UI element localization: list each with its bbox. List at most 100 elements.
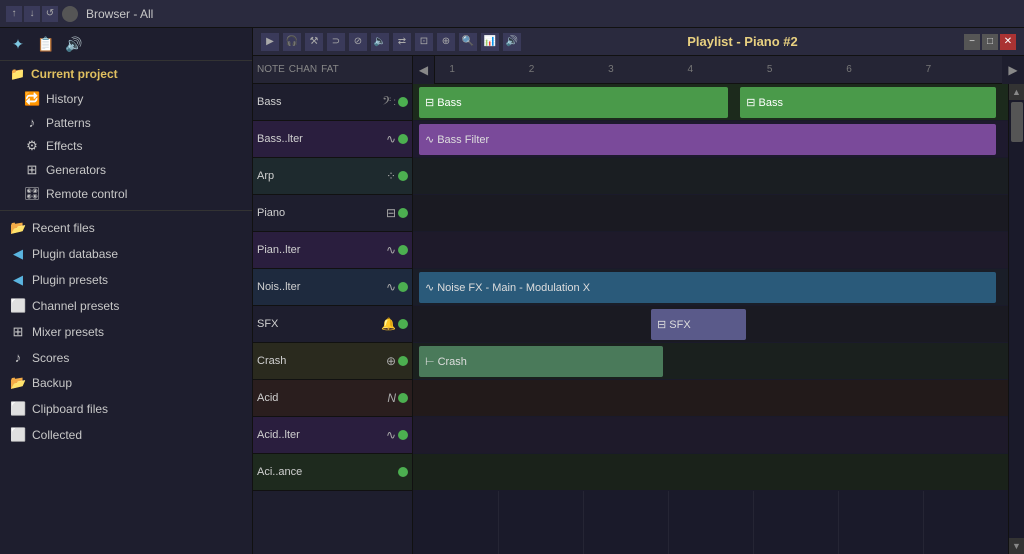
crash-icon: ⊕ <box>386 354 396 368</box>
sidebar-item-generators-label: Generators <box>46 163 106 177</box>
sidebar-item-channel-presets[interactable]: ⬜ Channel presets <box>0 293 252 319</box>
aciance-active-dot[interactable] <box>398 467 408 477</box>
track-clip-row-crash: ⊢ Crash <box>413 343 1008 380</box>
play-button[interactable]: ▶ <box>261 33 279 51</box>
sidebar-item-effects[interactable]: ⚙ Effects <box>0 134 252 158</box>
track-name-piano: Piano <box>257 207 317 219</box>
clip-noisfilter[interactable]: ∿ Noise FX - Main - Modulation X <box>419 272 996 303</box>
track-header-acidfilter: Acid..lter ∿ <box>253 417 412 454</box>
sidebar-item-patterns[interactable]: ♪ Patterns <box>0 111 252 134</box>
sidebar-item-recent-files[interactable]: 📂 Recent files <box>0 215 252 241</box>
track-controls-sfx: 🔔 <box>381 317 408 331</box>
back-arrow[interactable]: ↺ <box>42 6 58 22</box>
navigation-arrows: ↑ ↓ ↺ <box>6 6 78 22</box>
fat-label: FAT <box>321 64 339 75</box>
piano-active-dot[interactable] <box>398 208 408 218</box>
clip-bass-1[interactable]: ⊟ Bass <box>419 87 728 118</box>
collected-icon: ⬜ <box>10 427 26 443</box>
ruler-nav-right[interactable]: ▶ <box>1002 56 1024 84</box>
track-clip-row-noisfilter: ∿ Noise FX - Main - Modulation X <box>413 269 1008 306</box>
acidfilter-active-dot[interactable] <box>398 430 408 440</box>
sidebar-item-clipboard-files-label: Clipboard files <box>32 402 108 416</box>
acid-active-dot[interactable] <box>398 393 408 403</box>
minimize-button[interactable]: − <box>964 34 980 50</box>
chan-label: CHAN <box>289 64 317 75</box>
sfx-active-dot[interactable] <box>398 319 408 329</box>
sidebar-item-collected[interactable]: ⬜ Collected <box>0 422 252 448</box>
arp-active-dot[interactable] <box>398 171 408 181</box>
speaker2-button[interactable]: 🔊 <box>503 33 521 51</box>
scroll-down-arrow[interactable]: ▼ <box>1009 538 1024 554</box>
select-button[interactable]: ⊕ <box>437 33 455 51</box>
sidebar-item-remote-control[interactable]: 🎛 Remote control <box>0 182 252 206</box>
bass-colon: : <box>393 97 396 108</box>
crash-active-dot[interactable] <box>398 356 408 366</box>
sidebar-item-plugin-presets[interactable]: ◀ Plugin presets <box>0 267 252 293</box>
track-controls-bass: 𝄢 : <box>382 94 408 111</box>
clip-bassfilter[interactable]: ∿ Bass Filter <box>419 124 996 155</box>
track-controls-arp: ⁘ <box>386 169 408 183</box>
track-name-acid: Acid <box>257 392 317 404</box>
timeline-area: ◀ 1 2 3 4 5 6 7 ▶ <box>413 56 1024 554</box>
noisfilter-active-dot[interactable] <box>398 282 408 292</box>
up-arrow[interactable]: ↑ <box>6 6 22 22</box>
sidebar-item-mixer-presets[interactable]: ⊞ Mixer presets <box>0 319 252 345</box>
clip-bassfilter-label: ∿ Bass Filter <box>425 133 489 146</box>
sidebar-item-plugin-presets-label: Plugin presets <box>32 273 108 287</box>
ruler-nav-left[interactable]: ◀ <box>413 56 435 84</box>
clip-sfx[interactable]: ⊟ SFX <box>651 309 746 340</box>
sidebar-item-channel-presets-label: Channel presets <box>32 299 119 313</box>
clips-area: ⊟ Bass ⊟ Bass ∿ Bass Filter <box>413 84 1024 554</box>
track-header-sfx: SFX 🔔 <box>253 306 412 343</box>
sidebar-item-mixer-presets-label: Mixer presets <box>32 325 104 339</box>
ruler-mark-7: 7 <box>923 56 932 84</box>
speaker-icon[interactable]: 🔊 <box>64 34 84 54</box>
sidebar: ✦ 📋 🔊 📁 Current project 🔁 History ♪ Patt… <box>0 28 253 554</box>
magnet-button[interactable]: ⊃ <box>327 33 345 51</box>
bassfilter-wave-icon: ∿ <box>386 132 396 146</box>
search-icon[interactable] <box>62 6 78 22</box>
scroll-up-arrow[interactable]: ▲ <box>1009 84 1024 100</box>
generators-icon: ⊞ <box>24 162 40 178</box>
clip-bass-2[interactable]: ⊟ Bass <box>740 87 996 118</box>
volume-button[interactable]: 🔈 <box>371 33 389 51</box>
pianfilter-active-dot[interactable] <box>398 245 408 255</box>
clip-crash[interactable]: ⊢ Crash <box>419 346 663 377</box>
down-arrow[interactable]: ↓ <box>24 6 40 22</box>
track-clip-row-arp <box>413 158 1008 195</box>
maximize-button[interactable]: □ <box>982 34 998 50</box>
effects-icon: ⚙ <box>24 138 40 154</box>
record-button[interactable]: ⊡ <box>415 33 433 51</box>
mixer-button[interactable]: 📊 <box>481 33 499 51</box>
sidebar-item-backup-label: Backup <box>32 376 72 390</box>
sidebar-item-scores[interactable]: ♪ Scores <box>0 345 252 370</box>
document-icon[interactable]: 📋 <box>36 34 56 54</box>
scroll-thumb[interactable] <box>1011 102 1023 142</box>
headphones-button[interactable]: 🎧 <box>283 33 301 51</box>
cut-button[interactable]: ⊘ <box>349 33 367 51</box>
track-name-crash: Crash <box>257 355 317 367</box>
track-clip-row-acid <box>413 380 1008 417</box>
sidebar-item-plugin-database-label: Plugin database <box>32 247 118 261</box>
bassfilter-active-dot[interactable] <box>398 134 408 144</box>
window-controls: − □ ✕ <box>964 34 1016 50</box>
loop-button[interactable]: ⇄ <box>393 33 411 51</box>
sidebar-item-history[interactable]: 🔁 History <box>0 87 252 111</box>
bass-active-dot[interactable] <box>398 97 408 107</box>
close-button[interactable]: ✕ <box>1000 34 1016 50</box>
noisfilter-wave-icon: ∿ <box>386 280 396 294</box>
sidebar-item-scores-label: Scores <box>32 351 69 365</box>
sidebar-item-backup[interactable]: 📂 Backup <box>0 370 252 396</box>
track-header-bass: Bass 𝄢 : <box>253 84 412 121</box>
zoom-button[interactable]: 🔍 <box>459 33 477 51</box>
playlist-titlebar: ▶ 🎧 ⚒ ⊃ ⊘ 🔈 ⇄ ⊡ ⊕ 🔍 📊 🔊 Playlist - Piano… <box>253 28 1024 56</box>
tools-button[interactable]: ⚒ <box>305 33 323 51</box>
mixer-presets-icon: ⊞ <box>10 324 26 340</box>
pin-icon[interactable]: ✦ <box>8 34 28 54</box>
track-controls-noisfilter: ∿ <box>386 280 408 294</box>
sidebar-item-plugin-database[interactable]: ◀ Plugin database <box>0 241 252 267</box>
track-header-piano: Piano ⊟ <box>253 195 412 232</box>
sidebar-item-generators[interactable]: ⊞ Generators <box>0 158 252 182</box>
browser-label: Browser - All <box>86 7 153 21</box>
sidebar-item-clipboard-files[interactable]: ⬜ Clipboard files <box>0 396 252 422</box>
